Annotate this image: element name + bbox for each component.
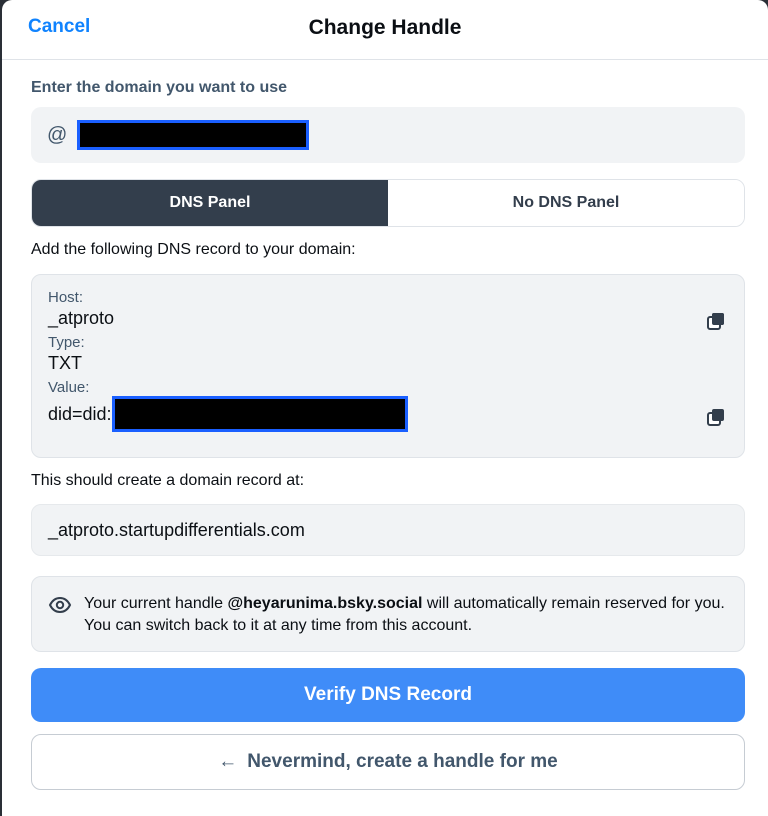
dns-panel-tabs: DNS Panel No DNS Panel (31, 179, 745, 227)
value-label: Value: (48, 379, 90, 396)
arrow-left-icon: ← (218, 751, 238, 772)
verify-dns-button[interactable]: Verify DNS Record (31, 668, 745, 722)
notice-text: Your current handle @heyarunima.bsky.soc… (84, 595, 725, 634)
eye-icon (48, 593, 72, 635)
record-at-label: This should create a domain record at: (31, 472, 305, 489)
type-label: Type: (48, 334, 85, 351)
copy-host-icon[interactable] (706, 311, 728, 333)
host-row: Host: _atproto (48, 289, 728, 330)
current-handle: @heyarunima.bsky.social (227, 595, 423, 612)
record-at-value: _atproto.startupdifferentials.com (31, 504, 745, 556)
value-prefix: did=did: (48, 404, 112, 424)
modal-header: Cancel Change Handle (2, 0, 768, 60)
at-sign-icon: @ (47, 123, 68, 146)
page-title: Change Handle (308, 16, 462, 39)
nevermind-label: Nevermind, create a handle for me (247, 751, 558, 772)
tab-no-dns-panel[interactable]: No DNS Panel (388, 180, 744, 226)
change-handle-modal: Cancel Change Handle Enter the domain yo… (2, 0, 768, 816)
handle-notice: Your current handle @heyarunima.bsky.soc… (31, 576, 745, 652)
dns-instruction: Add the following DNS record to your dom… (31, 241, 356, 258)
tab-dns-panel[interactable]: DNS Panel (32, 180, 388, 226)
modal-content: Enter the domain you want to use @ DNS P… (31, 60, 745, 790)
host-value: _atproto (48, 308, 115, 328)
type-row: Type: TXT (48, 334, 728, 375)
domain-label: Enter the domain you want to use (31, 79, 288, 96)
redacted-domain-value (77, 120, 309, 150)
nevermind-button[interactable]: ← Nevermind, create a handle for me (31, 734, 745, 790)
domain-input[interactable]: @ (31, 107, 745, 163)
copy-value-icon[interactable] (706, 407, 728, 429)
redacted-did-value (111, 396, 408, 432)
value-row: Value: did=did: (48, 379, 728, 432)
host-label: Host: (48, 289, 84, 306)
type-value: TXT (48, 353, 82, 373)
dns-record-box: Host: _atproto Type: TXT Value: did=did: (31, 274, 745, 458)
